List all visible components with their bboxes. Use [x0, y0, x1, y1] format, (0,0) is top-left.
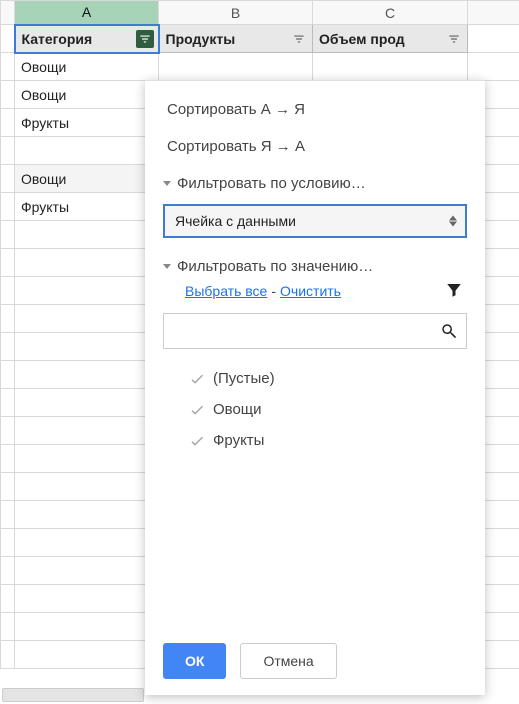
chevron-down-icon [163, 181, 171, 186]
sort-ascending[interactable]: Сортировать А → Я [145, 91, 485, 128]
column-header-row: A B C [1, 1, 519, 25]
filter-value-item[interactable]: Овощи [189, 394, 485, 425]
filter-value-item[interactable]: (Пустые) [189, 363, 485, 394]
filter-icon[interactable] [290, 30, 308, 48]
filter-header-row: Категория Продукты Объем прод [1, 25, 519, 53]
filter-header-a[interactable]: Категория [15, 25, 159, 53]
select-arrows-icon [449, 216, 457, 227]
filter-value-item[interactable]: Фрукты [189, 425, 485, 456]
check-icon [189, 402, 205, 418]
cancel-button[interactable]: Отмена [240, 643, 336, 679]
search-icon [440, 322, 458, 340]
filter-values-list: (Пустые) Овощи Фрукты [145, 359, 485, 631]
corner-cell[interactable] [1, 1, 15, 25]
select-all-link[interactable]: Выбрать все [185, 283, 267, 299]
condition-select[interactable]: Ячейка с данными [163, 204, 467, 238]
column-header-b[interactable]: B [159, 1, 313, 25]
check-icon [189, 433, 205, 449]
filter-icon[interactable] [136, 30, 154, 48]
check-icon [189, 371, 205, 387]
filter-by-condition-toggle[interactable]: Фильтровать по условию… [145, 165, 485, 198]
column-header-c[interactable]: C [313, 1, 468, 25]
filter-popup: Сортировать А → Я Сортировать Я → А Филь… [145, 80, 485, 695]
clear-link[interactable]: Очистить [280, 283, 341, 299]
filter-header-c[interactable]: Объем прод [313, 25, 468, 53]
sort-descending[interactable]: Сортировать Я → А [145, 128, 485, 165]
filter-header-b[interactable]: Продукты [159, 25, 313, 53]
funnel-icon[interactable] [445, 281, 463, 299]
filter-search-input[interactable] [163, 313, 467, 349]
filter-icon[interactable] [445, 30, 463, 48]
chevron-down-icon [163, 264, 171, 269]
table-row[interactable]: Овощи [1, 53, 519, 81]
column-header-a[interactable]: A [15, 1, 159, 25]
horizontal-scrollbar[interactable] [2, 688, 144, 702]
filter-by-value-toggle[interactable]: Фильтровать по значению… [145, 248, 485, 281]
ok-button[interactable]: ОК [163, 643, 226, 679]
